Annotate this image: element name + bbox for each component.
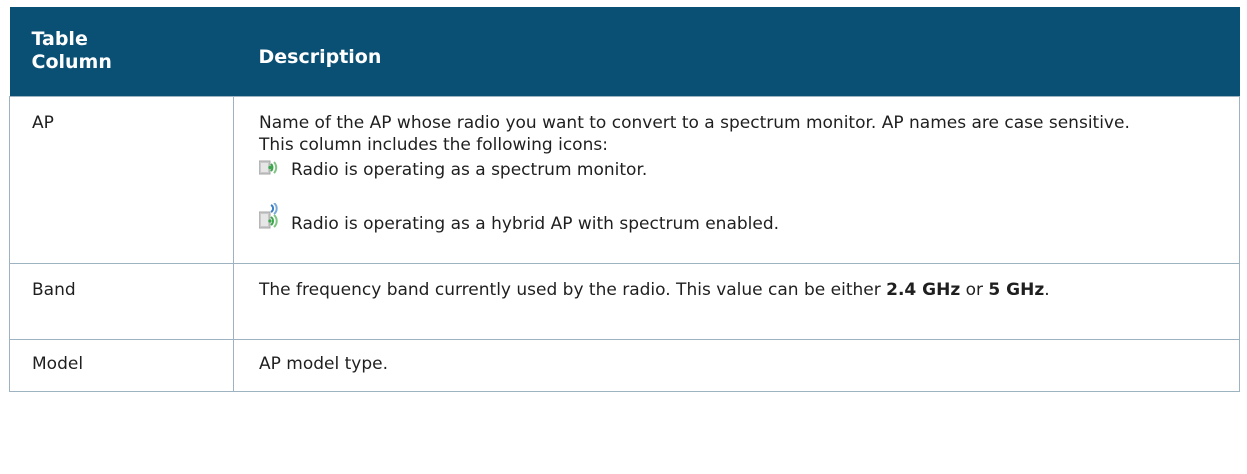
description-table: Table Column Description AP Name of the …: [9, 7, 1240, 392]
row-ap-description: Name of the AP whose radio you want to c…: [233, 95, 1240, 264]
hybrid-ap-icon: [258, 201, 279, 235]
row-band-column: Band: [9, 262, 234, 340]
spectrum-monitor-icon: [258, 158, 279, 181]
table-row: Model AP model type.: [9, 338, 1240, 392]
row-ap-column: AP: [9, 95, 234, 264]
row-model-column: Model: [9, 338, 234, 392]
spectrum-monitor-row: Radio is operating as a spectrum monitor…: [258, 158, 1221, 181]
header-description: Description: [233, 7, 1240, 96]
table-header-row: Table Column Description: [9, 7, 1240, 96]
header-table-column: Table Column: [9, 7, 234, 96]
row-model-description: AP model type.: [233, 338, 1240, 392]
row-band-description: The frequency band currently used by the…: [233, 262, 1240, 340]
table-row: AP Name of the AP whose radio you want t…: [9, 95, 1240, 264]
hybrid-ap-row: Radio is operating as a hybrid AP with s…: [258, 201, 1221, 235]
table-row: Band The frequency band currently used b…: [9, 262, 1240, 340]
